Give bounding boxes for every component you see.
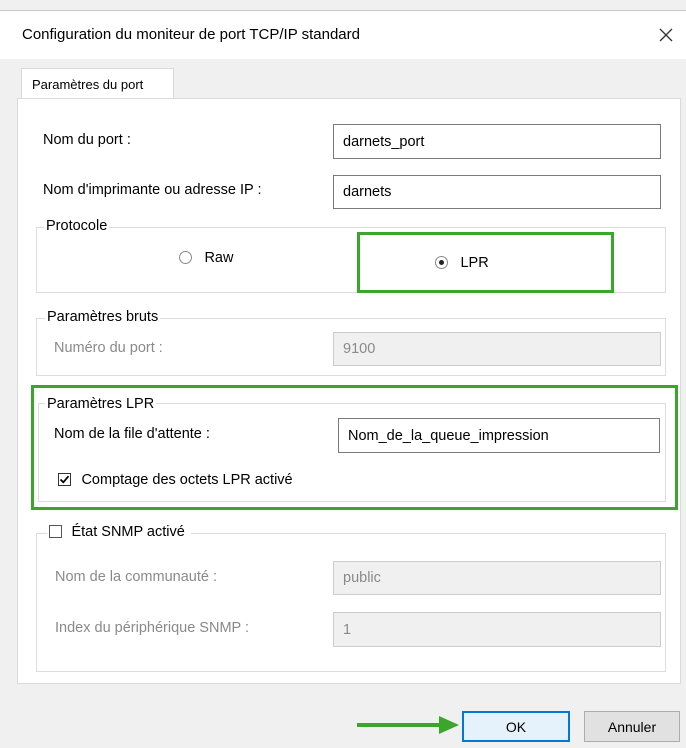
- community-name-input[interactable]: public: [333, 561, 661, 595]
- protocol-legend: Protocole: [44, 218, 110, 234]
- snmp-group: [36, 533, 666, 672]
- checkmark-icon: [59, 475, 70, 484]
- printer-address-label: Nom d'imprimante ou adresse IP :: [43, 182, 262, 198]
- printer-address-input[interactable]: darnets: [333, 175, 661, 209]
- close-icon: [659, 28, 673, 42]
- lpr-radio-label: LPR: [460, 255, 489, 271]
- snmp-checkbox[interactable]: [49, 525, 62, 539]
- ok-button[interactable]: OK: [462, 711, 570, 742]
- byte-counting-checkbox[interactable]: [58, 473, 71, 487]
- raw-port-number-input[interactable]: 9100: [333, 332, 661, 366]
- cancel-button[interactable]: Annuler: [584, 711, 680, 742]
- port-name-input[interactable]: darnets_port: [333, 124, 661, 159]
- snmp-device-index-input[interactable]: 1: [333, 612, 661, 647]
- lpr-radio[interactable]: [435, 256, 448, 270]
- snmp-label: État SNMP activé: [71, 524, 185, 540]
- raw-radio[interactable]: [179, 251, 192, 265]
- queue-name-label: Nom de la file d'attente :: [54, 426, 210, 442]
- queue-name-input[interactable]: Nom_de_la_queue_impression: [338, 418, 660, 453]
- close-button[interactable]: [646, 17, 686, 53]
- tab-port-settings[interactable]: Paramètres du port: [21, 68, 174, 99]
- byte-counting-option[interactable]: Comptage des octets LPR activé: [58, 471, 293, 489]
- window-title: Configuration du moniteur de port TCP/IP…: [22, 26, 360, 43]
- lpr-settings-legend: Paramètres LPR: [45, 396, 157, 412]
- lpr-radio-option[interactable]: LPR: [435, 254, 489, 272]
- raw-settings-legend: Paramètres bruts: [45, 309, 161, 325]
- raw-radio-option[interactable]: Raw: [179, 249, 233, 267]
- community-name-label: Nom de la communauté :: [55, 569, 217, 585]
- snmp-device-index-label: Index du périphérique SNMP :: [55, 620, 249, 636]
- raw-radio-label: Raw: [204, 250, 234, 266]
- byte-counting-label: Comptage des octets LPR activé: [81, 472, 293, 488]
- snmp-option[interactable]: État SNMP activé: [47, 523, 191, 541]
- raw-port-number-label: Numéro du port :: [54, 340, 163, 356]
- port-name-label: Nom du port :: [43, 132, 131, 148]
- arrow-right-icon: [357, 716, 459, 734]
